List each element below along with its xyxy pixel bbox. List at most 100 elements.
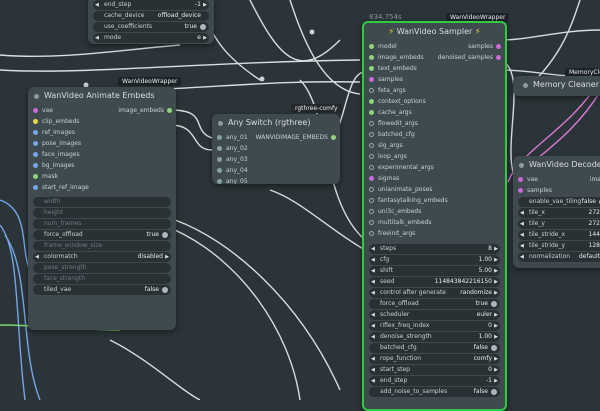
input-freeinit-args[interactable]: freeinit_args — [364, 228, 505, 239]
input-slot-icon[interactable] — [369, 66, 374, 71]
input-slot-icon[interactable] — [369, 132, 374, 137]
collapse-dot-icon[interactable] — [218, 121, 223, 126]
toggle-icon[interactable] — [491, 389, 497, 395]
toggle-icon[interactable] — [162, 287, 168, 293]
widget-normalization[interactable]: ◀normalizationdefault▶ — [518, 252, 600, 262]
decrement-arrow-icon[interactable]: ◀ — [371, 321, 375, 331]
input-slot-icon[interactable] — [217, 146, 222, 151]
input-slot-icon[interactable] — [33, 119, 38, 124]
input-any-03[interactable]: any_03 — [212, 154, 340, 165]
input-vae[interactable]: vae — [28, 105, 176, 116]
decrement-arrow-icon[interactable]: ◀ — [371, 244, 375, 254]
decrement-arrow-icon[interactable]: ◀ — [371, 310, 375, 320]
widget-end-step[interactable]: ◀ end_step -1 ▶ — [369, 376, 500, 386]
increment-arrow-icon[interactable]: ▶ — [494, 255, 498, 265]
decrement-arrow-icon[interactable]: ◀ — [371, 266, 375, 276]
memory-cleaner-title[interactable]: Memory Cleaner (For — [513, 76, 600, 94]
widget-batched-cfg[interactable]: batched_cfg false — [369, 343, 500, 353]
widget-tile-y[interactable]: ◀tile_y272▶ — [518, 219, 600, 229]
input-uni3c-embeds[interactable]: uni3c_embeds — [364, 206, 505, 217]
decrement-arrow-icon[interactable]: ◀ — [35, 252, 39, 262]
widget-tile-stride-x[interactable]: ◀tile_stride_x144▶ — [518, 230, 600, 240]
input-slot-icon[interactable] — [33, 185, 38, 190]
input-fantasytalking-embeds[interactable]: fantasytalking_embeds — [364, 195, 505, 206]
input-any-01[interactable]: any_01 — [212, 132, 340, 143]
input-slot-icon[interactable] — [217, 135, 222, 140]
input-slot-icon[interactable] — [369, 198, 374, 203]
widget-add-noise-to-samples[interactable]: add_noise_to_samples false — [369, 387, 500, 397]
input-slot-icon[interactable] — [33, 141, 38, 146]
input-slot-icon[interactable] — [369, 77, 374, 82]
widget-tile-stride-y[interactable]: ◀tile_stride_y128▶ — [518, 241, 600, 251]
decrement-arrow-icon[interactable]: ◀ — [520, 230, 524, 240]
input-slot-icon[interactable] — [369, 165, 374, 170]
input-sigmas[interactable]: sigmas — [364, 173, 505, 184]
input-ref-images[interactable]: ref_images — [28, 127, 176, 138]
increment-arrow-icon[interactable]: ▶ — [494, 310, 498, 320]
input-slot-icon[interactable] — [217, 179, 222, 184]
toggle-icon[interactable] — [491, 301, 497, 307]
increment-arrow-icon[interactable]: ▶ — [494, 354, 498, 364]
decode-title[interactable]: WanVideo Decode — [513, 156, 600, 174]
input-slot-icon[interactable] — [369, 209, 374, 214]
input-any-04[interactable]: any_04 — [212, 165, 340, 176]
decrement-arrow-icon[interactable]: ◀ — [371, 365, 375, 375]
widget-tile-x[interactable]: ◀tile_x272▶ — [518, 208, 600, 218]
increment-arrow-icon[interactable]: ▶ — [494, 266, 498, 276]
input-slot-icon[interactable] — [369, 176, 374, 181]
input-clip-embeds[interactable]: clip_embeds — [28, 116, 176, 127]
top-widget-node[interactable]: ◀ end_step -1 ▶ cache_device offload_device … — [88, 0, 214, 44]
animate-embeds-title[interactable]: WanVideo Animate Embeds — [28, 87, 176, 105]
increment-arrow-icon[interactable]: ▶ — [494, 365, 498, 375]
input-slot-icon[interactable] — [369, 231, 374, 236]
input-slot-icon[interactable] — [33, 130, 38, 135]
mode-widget[interactable]: ◀ mode e ▶ — [93, 33, 209, 43]
input-slot-icon[interactable] — [369, 99, 374, 104]
widget-denoise-strength[interactable]: ◀ denoise_strength 1.00 ▶ — [369, 332, 500, 342]
widget-riflex-freq-index[interactable]: ◀ riflex_freq_index 0 ▶ — [369, 321, 500, 331]
increment-arrow-icon[interactable]: ▶ — [165, 252, 169, 262]
input-context-options[interactable]: context_options — [364, 96, 505, 107]
decrement-arrow-icon[interactable]: ◀ — [371, 255, 375, 265]
toggle-icon[interactable] — [162, 232, 168, 238]
widget-force-offload[interactable]: force_offload true — [369, 299, 500, 309]
input-any-05[interactable]: any_05 — [212, 176, 340, 184]
input-slot-icon[interactable] — [217, 168, 222, 173]
input-flowedit-args[interactable]: flowedit_args — [364, 118, 505, 129]
collapse-dot-icon[interactable] — [519, 163, 524, 168]
input-experimental-args[interactable]: experimental_args — [364, 162, 505, 173]
widget-force-offload[interactable]: force_offload true — [33, 230, 171, 240]
increment-arrow-icon[interactable]: ▶ — [494, 332, 498, 342]
input-start-ref-image[interactable]: start_ref_image — [28, 182, 176, 193]
sampler-node[interactable]: ⚡ WanVideo Sampler ⚡ samples denoised_sa… — [362, 21, 507, 411]
increment-arrow-icon[interactable]: ▶ — [494, 376, 498, 386]
widget-start-step[interactable]: ◀ start_step 0 ▶ — [369, 365, 500, 375]
use-coefficients-toggle[interactable]: use_coefficients true — [93, 22, 209, 32]
widget-cfg[interactable]: ◀ cfg 1.00 ▶ — [369, 255, 500, 265]
input-pose-images[interactable]: pose_images — [28, 138, 176, 149]
input-cache-args[interactable]: cache_args — [364, 107, 505, 118]
widget-seed[interactable]: ◀ seed 114843842216150 ▶ — [369, 277, 500, 287]
increment-arrow-icon[interactable]: ▶ — [494, 277, 498, 287]
decode-node[interactable]: WanVideo Decode ima vae samples enable_v… — [513, 156, 600, 268]
widget-shift[interactable]: ◀ shift 5.00 ▶ — [369, 266, 500, 276]
input-samples[interactable]: samples — [513, 185, 600, 196]
decrement-arrow-icon[interactable]: ◀ — [520, 252, 524, 262]
input-text-embeds[interactable]: text_embeds — [364, 63, 505, 74]
widget-steps[interactable]: ◀ steps 8 ▶ — [369, 244, 500, 254]
input-bg-images[interactable]: bg_images — [28, 160, 176, 171]
increment-arrow-icon[interactable]: ▶ — [494, 288, 498, 298]
widget-colormatch[interactable]: ◀ colormatch disabled ▶ — [33, 252, 171, 262]
input-multitalk-embeds[interactable]: multitalk_embeds — [364, 217, 505, 228]
input-slot-icon[interactable] — [33, 108, 38, 113]
collapse-dot-icon[interactable] — [34, 94, 39, 99]
decrement-arrow-icon[interactable]: ◀ — [371, 376, 375, 386]
input-slot-icon[interactable] — [217, 157, 222, 162]
input-slot-icon[interactable] — [369, 55, 374, 60]
input-slot-icon[interactable] — [369, 88, 374, 93]
widget-enable-vae-tiling[interactable]: enable_vae_tiling false — [518, 197, 600, 207]
decrement-arrow-icon[interactable]: ◀ — [371, 288, 375, 298]
animate-embeds-node[interactable]: WanVideo Animate Embeds image_embeds vae… — [28, 87, 176, 330]
input-feta-args[interactable]: feta_args — [364, 85, 505, 96]
widget-rope-function[interactable]: ◀ rope_function comfy ▶ — [369, 354, 500, 364]
